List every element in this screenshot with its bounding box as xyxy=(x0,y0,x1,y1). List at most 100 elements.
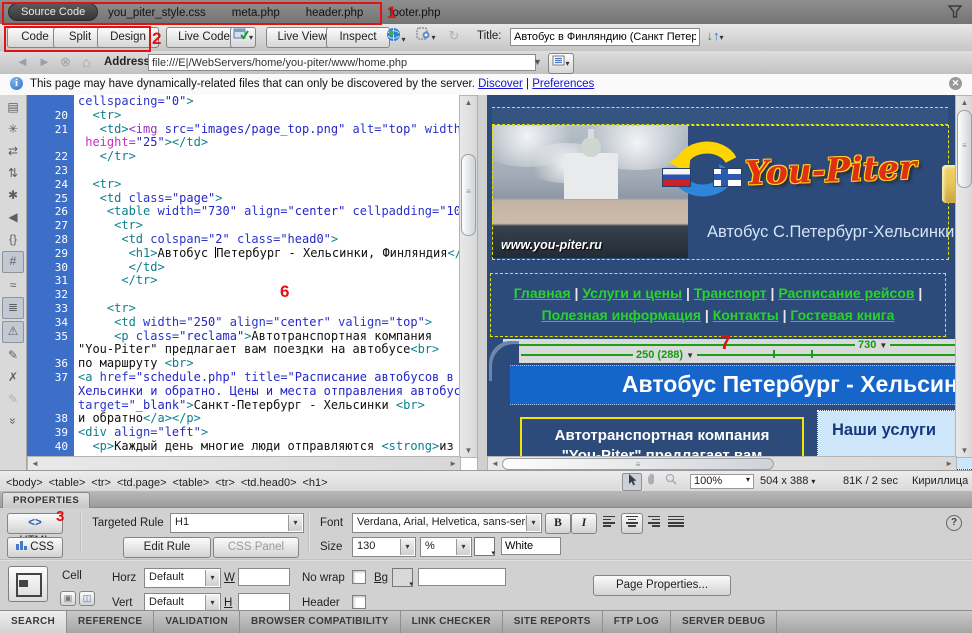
results-tab-link-checker[interactable]: LINK CHECKER xyxy=(401,611,503,633)
forward-icon[interactable]: ► xyxy=(38,54,51,69)
word-wrap-icon[interactable]: ≣ xyxy=(2,297,24,319)
address-dropdown-icon[interactable]: ▼ xyxy=(533,57,542,67)
scroll-up-icon[interactable]: ▲ xyxy=(460,98,477,107)
nav-link[interactable]: Главная xyxy=(514,285,571,301)
results-tab-ftp-log[interactable]: FTP LOG xyxy=(603,611,671,633)
results-tab-validation[interactable]: VALIDATION xyxy=(154,611,240,633)
source-code-tab[interactable]: Source Code xyxy=(8,3,98,21)
show-more-icon[interactable]: » xyxy=(3,411,23,431)
targeted-rule-dropdown[interactable]: H1▾ xyxy=(170,513,304,533)
split-cell-icon[interactable]: ◫ xyxy=(79,591,95,606)
html-mode-button[interactable]: <> HTML xyxy=(7,513,63,534)
tag-selector-item[interactable]: <tr> xyxy=(91,477,111,489)
code-editor[interactable]: cellspacing="0">20 <tr>21 <td><img src="… xyxy=(27,95,459,456)
related-file-tab[interactable]: footer.php xyxy=(389,7,440,19)
column-width-label[interactable]: 250 (288) ▼ xyxy=(633,349,697,361)
properties-tab[interactable]: PROPERTIES xyxy=(2,492,90,508)
related-file-tab[interactable]: meta.php xyxy=(232,7,280,19)
balance-braces-icon[interactable]: {} xyxy=(3,229,23,249)
align-center-icon[interactable] xyxy=(621,513,643,534)
results-tab-search[interactable]: SEARCH xyxy=(0,611,67,633)
document-title-input[interactable] xyxy=(510,28,700,46)
design-vertical-scrollbar[interactable]: ▲ ≡ ▼ xyxy=(955,95,972,458)
highlight-invalid-code-icon[interactable]: ≈ xyxy=(3,275,23,295)
home-icon[interactable]: ⌂ xyxy=(82,54,90,70)
tag-selector-item[interactable]: <body> xyxy=(6,477,43,489)
scroll-right-icon[interactable]: ► xyxy=(945,459,953,468)
design-view-button[interactable]: Design xyxy=(97,27,159,48)
magnification-dropdown[interactable]: 100% ▾ xyxy=(690,474,754,489)
text-color-swatch[interactable]: ▾ xyxy=(474,537,495,556)
header-checkbox[interactable] xyxy=(352,595,366,609)
nav-link[interactable]: Контакты xyxy=(713,307,779,323)
discover-link[interactable]: Discover xyxy=(478,78,523,90)
browser-list-icon[interactable]: ▾ xyxy=(548,53,574,74)
merge-cells-icon[interactable]: ▣ xyxy=(60,591,76,606)
bg-color-swatch[interactable]: ▾ xyxy=(392,568,413,587)
select-parent-tag-icon[interactable]: ◀ xyxy=(3,207,23,227)
results-tab-browser-compatibility[interactable]: BROWSER COMPATIBILITY xyxy=(240,611,401,633)
design-horizontal-scrollbar[interactable]: ◄ ≡ ► xyxy=(487,456,957,470)
collapse-full-tag-icon[interactable]: ⇄ xyxy=(3,141,23,161)
cell-height-field[interactable] xyxy=(238,593,290,611)
hand-tool-icon[interactable] xyxy=(642,473,660,489)
nav-link[interactable]: Гостевая книга xyxy=(790,307,894,323)
zoom-tool-icon[interactable] xyxy=(662,473,680,489)
scroll-up-icon[interactable]: ▲ xyxy=(956,98,972,107)
italic-button[interactable]: I xyxy=(571,513,597,534)
tag-selector-item[interactable]: <td.page> xyxy=(117,477,167,489)
expand-all-icon[interactable]: ✱ xyxy=(3,185,23,205)
bg-color-field[interactable] xyxy=(418,568,506,586)
filter-icon[interactable] xyxy=(948,5,962,21)
align-right-icon[interactable] xyxy=(643,513,665,534)
text-color-field[interactable] xyxy=(501,537,561,555)
code-vertical-scrollbar[interactable]: ▲ ≡ ▼ xyxy=(459,95,478,458)
page-properties-button[interactable]: Page Properties... xyxy=(593,575,731,596)
apply-comment-icon[interactable]: ✎ xyxy=(3,345,23,365)
window-size-dropdown[interactable]: 504 x 388 ▾ xyxy=(760,475,815,487)
open-documents-icon[interactable]: ▤ xyxy=(3,97,23,117)
scroll-left-icon[interactable]: ◄ xyxy=(31,459,39,468)
size-unit-dropdown[interactable]: %▾ xyxy=(420,537,472,557)
related-file-tab[interactable]: you_piter_style.css xyxy=(108,7,206,19)
horz-dropdown[interactable]: Default▾ xyxy=(144,568,221,588)
cell-width-field[interactable] xyxy=(238,568,290,586)
scroll-left-icon[interactable]: ◄ xyxy=(491,459,499,468)
check-browser-compatibility-icon[interactable]: ▾ xyxy=(230,27,256,48)
edit-rule-button[interactable]: Edit Rule xyxy=(123,537,211,558)
collapse-selection-icon[interactable]: ⇅ xyxy=(3,163,23,183)
line-numbers-icon[interactable]: # xyxy=(2,251,24,273)
justify-icon[interactable] xyxy=(665,513,687,534)
scroll-right-icon[interactable]: ► xyxy=(449,459,457,468)
results-tab-site-reports[interactable]: SITE REPORTS xyxy=(503,611,603,633)
font-dropdown[interactable]: Verdana, Arial, Helvetica, sans-serif▾ xyxy=(352,513,542,533)
tag-selector-item[interactable]: <table> xyxy=(49,477,86,489)
file-management-icons[interactable]: ↓↑▾ xyxy=(700,27,730,46)
close-infobar-icon[interactable]: ✕ xyxy=(949,77,962,90)
nav-link[interactable]: Полезная информация xyxy=(542,307,701,323)
code-vscroll-thumb[interactable]: ≡ xyxy=(461,154,476,236)
stop-icon[interactable]: ⊗ xyxy=(60,54,71,70)
preferences-link[interactable]: Preferences xyxy=(532,78,594,90)
design-vscroll-thumb[interactable]: ≡ xyxy=(957,110,972,188)
tag-selector-item[interactable]: <h1> xyxy=(303,477,328,489)
preview-in-browser-icon[interactable]: ▾ xyxy=(383,27,409,46)
size-dropdown[interactable]: 130▾ xyxy=(352,537,416,557)
inspect-button[interactable]: Inspect xyxy=(326,27,390,48)
related-file-tab[interactable]: header.php xyxy=(306,7,364,19)
page-h1-banner[interactable]: Автобус Петербург - Хельсинки, Финляндия xyxy=(510,365,955,405)
align-left-icon[interactable] xyxy=(600,513,622,534)
design-hscroll-thumb[interactable]: ≡ xyxy=(502,458,774,470)
table-width-label[interactable]: 730 ▼ xyxy=(855,339,890,351)
nav-link[interactable]: Транспорт xyxy=(694,285,767,301)
address-input[interactable] xyxy=(148,54,536,71)
tag-selector-item[interactable]: <td.head0> xyxy=(241,477,297,489)
scroll-down-icon[interactable]: ▼ xyxy=(460,446,477,455)
bold-button[interactable]: B xyxy=(545,513,571,534)
scroll-down-icon[interactable]: ▼ xyxy=(956,446,972,455)
remove-comment-icon[interactable]: ✗ xyxy=(3,367,23,387)
syntax-error-alerts-icon[interactable]: ⚠ xyxy=(2,321,24,343)
recent-snippets-icon[interactable]: ✎ xyxy=(3,389,23,409)
nav-link[interactable]: Расписание рейсов xyxy=(778,285,914,301)
select-tool-icon[interactable] xyxy=(622,473,642,491)
